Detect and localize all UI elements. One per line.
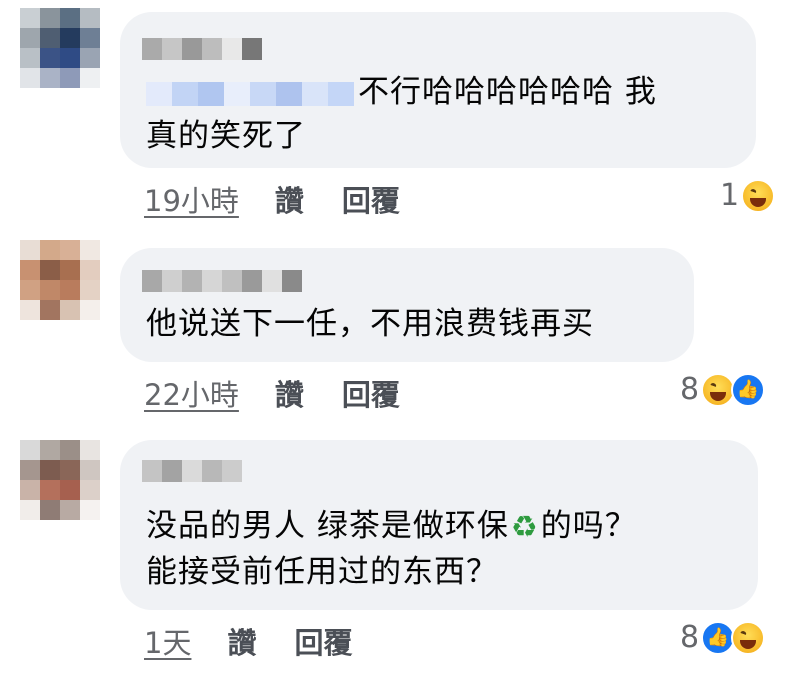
like-button[interactable]: 讚: [275, 178, 304, 220]
reply-button[interactable]: 回覆: [294, 620, 352, 662]
like-button[interactable]: 讚: [275, 372, 304, 414]
reaction-count: 1: [720, 178, 740, 213]
comment-text-line: 的吗？: [540, 508, 637, 544]
commenter-name[interactable]: [142, 38, 262, 60]
reply-button[interactable]: 回覆: [342, 372, 400, 414]
thumbs-up-icon: 👍: [731, 372, 766, 407]
comment-bubble: 没品的男人 绿茶是做环保♻的吗？ 能接受前任用过的东西？: [120, 440, 758, 610]
comment-text-line: 不行哈哈哈哈哈哈 我: [358, 74, 657, 110]
reaction-summary[interactable]: 1: [720, 178, 776, 213]
comment-bubble: 不行哈哈哈哈哈哈 我 真的笑死了: [120, 12, 756, 168]
comment-actions: 1天 讚 回覆: [144, 620, 390, 662]
mention-tag[interactable]: [146, 81, 354, 106]
comment-text-line: 他说送下一任，不用浪费钱再买: [146, 306, 594, 342]
comment-text-line: 真的笑死了: [146, 118, 306, 154]
comment-bubble: 他说送下一任，不用浪费钱再买: [120, 248, 694, 362]
comment-text: 没品的男人 绿茶是做环保♻的吗？ 能接受前任用过的东西？: [146, 504, 637, 594]
reply-button[interactable]: 回覆: [342, 178, 400, 220]
avatar[interactable]: [20, 240, 100, 320]
reaction-summary[interactable]: 8 👍: [680, 620, 766, 655]
commenter-name[interactable]: [142, 460, 242, 482]
timestamp-link[interactable]: 22小時: [144, 372, 239, 414]
thumbs-up-icon: 👍: [701, 620, 736, 655]
timestamp-link[interactable]: 1天: [144, 620, 191, 662]
haha-emoji-icon: [741, 178, 776, 213]
recycle-icon: ♻: [510, 509, 539, 545]
commenter-name[interactable]: [142, 270, 302, 292]
comment-text: 他说送下一任，不用浪费钱再买: [146, 302, 594, 346]
haha-emoji-icon: [731, 620, 766, 655]
like-button[interactable]: 讚: [227, 620, 256, 662]
reaction-count: 8: [680, 620, 700, 655]
avatar[interactable]: [20, 8, 100, 88]
reaction-count: 8: [680, 372, 700, 407]
reaction-summary[interactable]: 8 👍: [680, 372, 766, 407]
avatar[interactable]: [20, 440, 100, 520]
comment-text-line: 没品的男人 绿茶是做环保: [146, 508, 509, 544]
comment-actions: 19小時 讚 回覆: [144, 178, 438, 220]
timestamp-link[interactable]: 19小時: [144, 178, 239, 220]
comment-text-line: 能接受前任用过的东西？: [146, 553, 498, 590]
comment-actions: 22小時 讚 回覆: [144, 372, 438, 414]
comment-text: 不行哈哈哈哈哈哈 我 真的笑死了: [146, 70, 657, 158]
haha-emoji-icon: [701, 372, 736, 407]
